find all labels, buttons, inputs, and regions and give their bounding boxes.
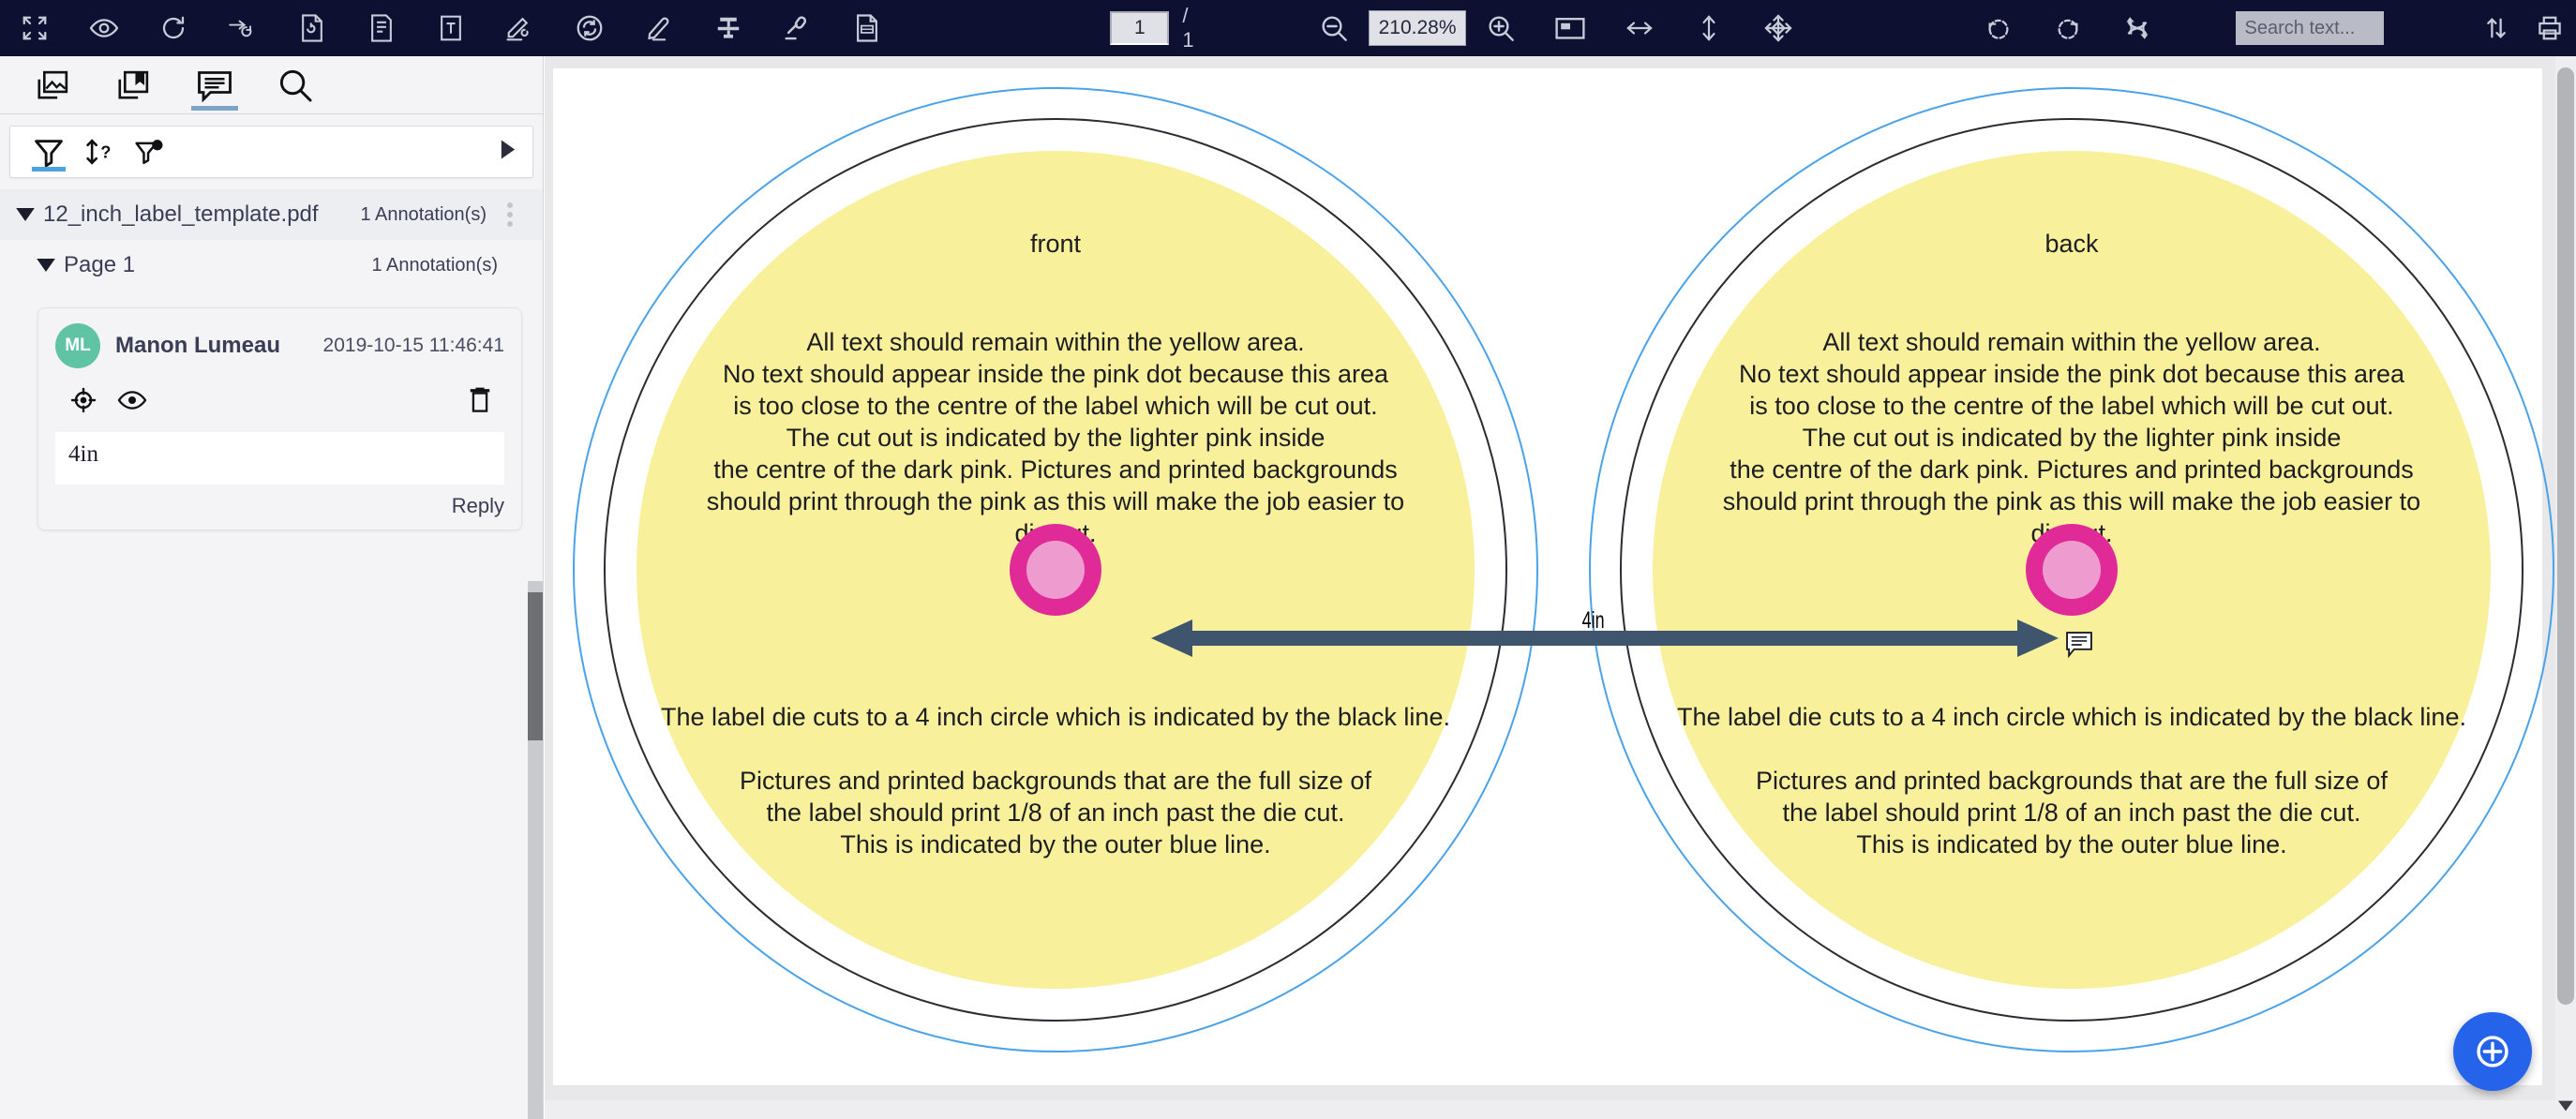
refresh-circle-icon[interactable] <box>555 0 624 56</box>
rotate-controls <box>1964 0 2172 56</box>
label-front: front All text should remain within the … <box>573 87 1538 1052</box>
svg-text:?: ? <box>100 142 111 162</box>
add-annotation-button[interactable] <box>2453 1012 2532 1091</box>
annotation-reply-link[interactable]: Reply <box>55 494 504 518</box>
caret-down-icon[interactable] <box>34 259 58 272</box>
scroll-down-arrow-icon[interactable] <box>2558 1098 2573 1113</box>
avatar: ML <box>55 323 100 368</box>
label-bottom-text-2-front: Pictures and printed backgrounds that ar… <box>740 767 1371 858</box>
annotation-timestamp: 2019-10-15 11:46:41 <box>322 335 504 356</box>
top-toolbar: 1 / 1 210.28% <box>0 0 2576 56</box>
signature-icon[interactable] <box>486 0 555 56</box>
pan-icon[interactable] <box>1744 0 1813 56</box>
target-crosshair-icon[interactable] <box>59 381 108 419</box>
center-pink-dot-back <box>2026 524 2118 616</box>
tree-row-page[interactable]: Page 1 1 Annotation(s) <box>0 240 543 291</box>
zoom-in-icon[interactable] <box>1466 0 1535 56</box>
zoom-controls: 210.28% <box>1299 0 1813 56</box>
label-bottom-text-2-back: Pictures and printed backgrounds that ar… <box>1756 767 2388 858</box>
label-bottom-text-1-back: The label die cuts to a 4 inch circle wh… <box>1677 703 2466 731</box>
sort-unknown-icon[interactable]: ? <box>74 126 125 178</box>
annotation-card[interactable]: ML Manon Lumeau 2019-10-15 11:46:41 4in … <box>37 307 522 530</box>
annotation-actions <box>55 381 504 419</box>
highlighter-icon[interactable] <box>624 0 694 56</box>
annotation-author: Manon Lumeau <box>115 333 281 358</box>
label-top-text-back: All text should remain within the yellow… <box>1722 328 2421 547</box>
expand-right-icon[interactable] <box>501 140 516 164</box>
toolbar-left-tools <box>0 0 902 56</box>
text-box-icon[interactable] <box>416 0 486 56</box>
viewer-scrollbar-horizontal-track[interactable] <box>545 1100 2555 1119</box>
sort-updown-icon[interactable] <box>2470 0 2524 56</box>
measurement-arrow-label: 4in <box>1581 607 1605 634</box>
redact-document-icon[interactable] <box>832 0 902 56</box>
zoom-out-icon[interactable] <box>1299 0 1369 56</box>
form-field-icon[interactable] <box>277 0 347 56</box>
tab-search[interactable] <box>255 56 336 114</box>
search-input-wrap[interactable] <box>2235 11 2384 45</box>
refresh-icon[interactable] <box>139 0 208 56</box>
file-annotation-count: 1 Annotation(s) <box>360 203 487 225</box>
page-navigation: 1 / 1 <box>1110 4 1202 52</box>
strikeout-icon[interactable] <box>694 0 763 56</box>
tree-row-file[interactable]: 12_inch_label_template.pdf 1 Annotation(… <box>0 189 543 240</box>
page-annotation-count: 1 Annotation(s) <box>371 254 498 276</box>
print-icon[interactable] <box>2523 0 2576 56</box>
fit-height-icon[interactable] <box>1674 0 1744 56</box>
eye-icon[interactable] <box>108 381 157 419</box>
fullscreen-icon[interactable] <box>0 0 69 56</box>
viewer-scrollbar-vertical-thumb[interactable] <box>2557 67 2574 1005</box>
file-menu-button[interactable] <box>498 202 522 227</box>
annotation-text[interactable]: 4in <box>55 432 504 485</box>
pdf-page-1: front All text should remain within the … <box>553 68 2554 1085</box>
rotate-counterclockwise-icon[interactable] <box>1964 0 2033 56</box>
sync-arrows-icon[interactable] <box>208 0 277 56</box>
label-bottom-text-1-front: The label die cuts to a 4 inch circle wh… <box>661 703 1450 731</box>
trash-icon[interactable] <box>456 381 504 419</box>
label-side-title-back: back <box>2044 230 2099 258</box>
document-viewer: front All text should remain within the … <box>545 56 2576 1119</box>
search-input[interactable] <box>2244 17 2374 39</box>
label-top-text-front: All text should remain within the yellow… <box>706 328 1405 547</box>
tab-annotations[interactable] <box>174 56 255 114</box>
tab-outline[interactable] <box>94 56 174 114</box>
eye-icon[interactable] <box>69 0 139 56</box>
page-total-label: / 1 <box>1182 4 1194 52</box>
label-back: back All text should remain within the y… <box>1589 87 2554 1052</box>
sidebar-scrollbar-thumb[interactable] <box>528 592 543 740</box>
label-side-title-front: front <box>1029 230 1082 258</box>
file-name-label: 12_inch_label_template.pdf <box>43 201 319 227</box>
sidebar: ? 12_inch_label_template.pdf 1 Annotatio… <box>0 56 544 1119</box>
fit-width-icon[interactable] <box>1605 0 1674 56</box>
annotation-filter-bar: ? <box>9 126 533 178</box>
filter-by-author-icon[interactable] <box>125 126 175 178</box>
page-number-input[interactable]: 1 <box>1110 11 1170 45</box>
page-name-label: Page 1 <box>64 252 136 277</box>
comment-note-icon[interactable] <box>2065 631 2093 664</box>
filter-icon[interactable] <box>23 126 74 178</box>
sidebar-tabs <box>0 56 543 114</box>
text-note-icon[interactable] <box>347 0 416 56</box>
center-pink-dot-front <box>1010 524 1101 616</box>
caret-down-icon[interactable] <box>13 208 37 221</box>
zoom-level-input[interactable]: 210.28% <box>1369 10 1467 46</box>
shuffle-pages-icon[interactable] <box>2103 0 2172 56</box>
stamp-icon[interactable] <box>763 0 832 56</box>
tab-thumbnails[interactable] <box>13 56 94 114</box>
rotate-clockwise-icon[interactable] <box>2033 0 2103 56</box>
annotation-header: ML Manon Lumeau 2019-10-15 11:46:41 <box>55 323 504 368</box>
fit-page-icon[interactable] <box>1535 0 1605 56</box>
